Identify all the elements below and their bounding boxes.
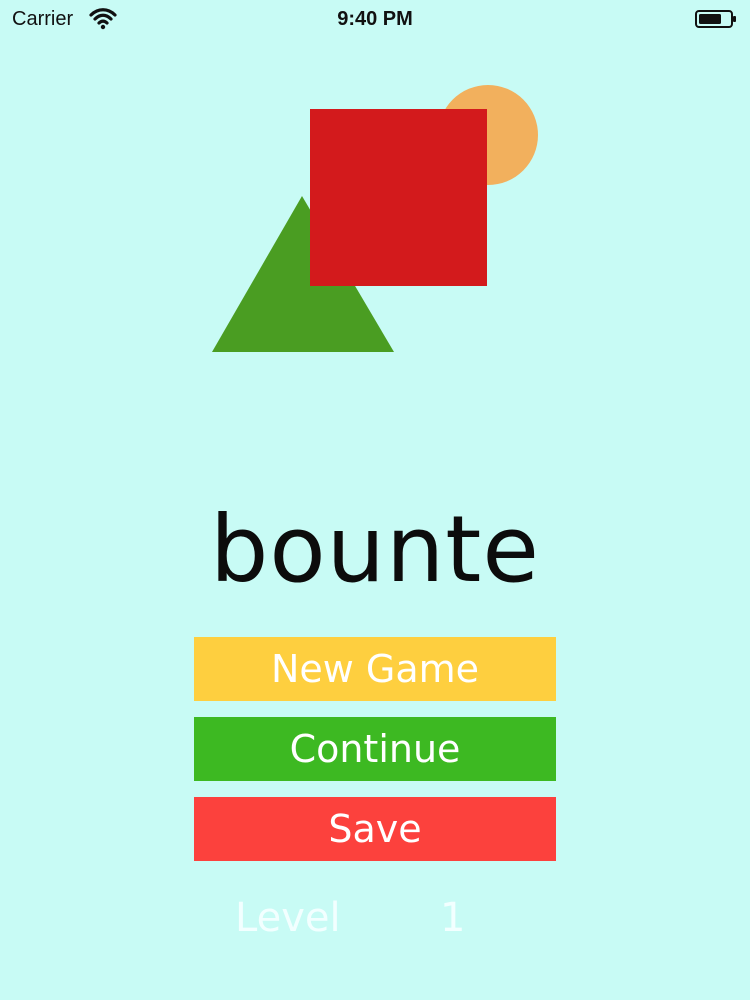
level-label: Level	[235, 895, 341, 941]
status-bar: Carrier 9:40 PM	[0, 0, 750, 40]
battery-icon	[695, 10, 736, 28]
square-shape	[310, 109, 487, 286]
save-button[interactable]: Save	[194, 797, 556, 861]
game-logo-art	[212, 85, 538, 352]
level-value: 1	[440, 895, 466, 941]
new-game-button[interactable]: New Game	[194, 637, 556, 701]
status-time: 9:40 PM	[337, 8, 413, 30]
continue-button[interactable]: Continue	[194, 717, 556, 781]
game-title: bounte	[210, 496, 540, 603]
